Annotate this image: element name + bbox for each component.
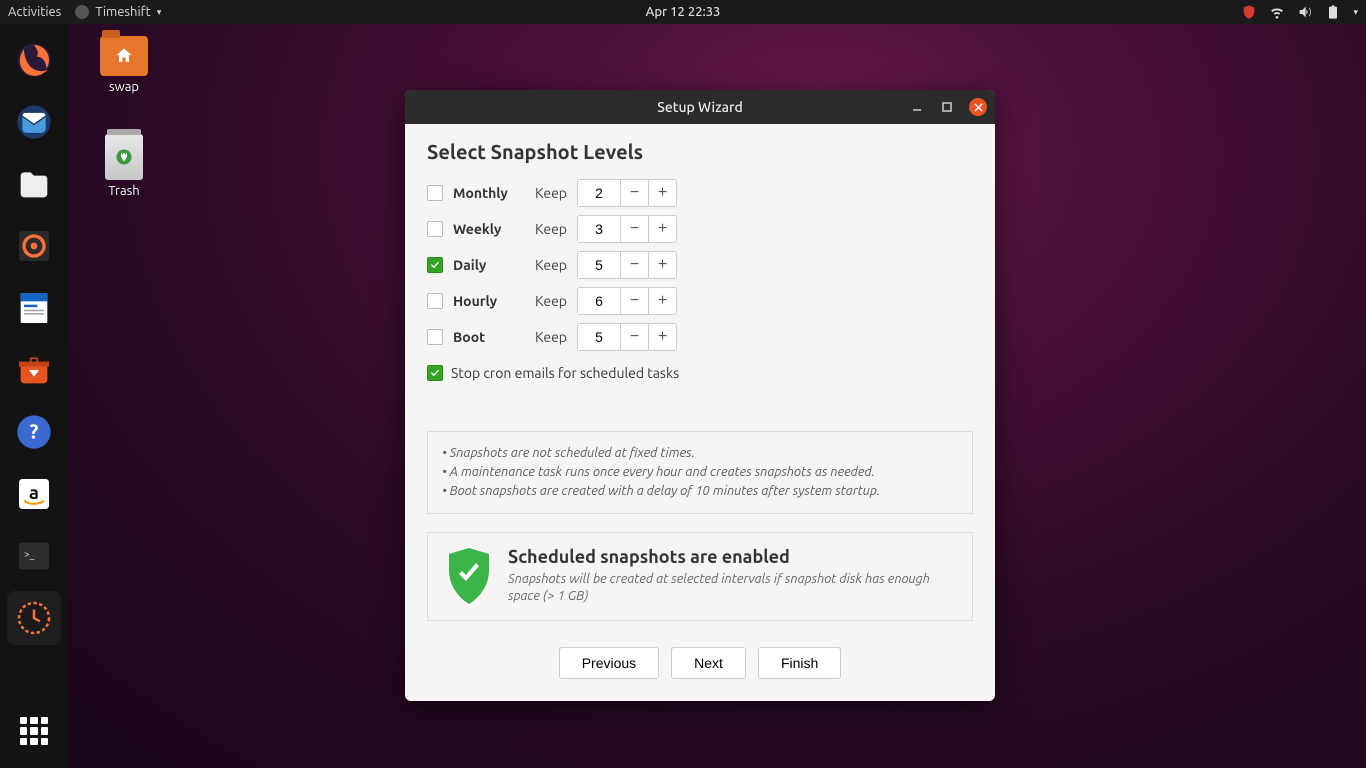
keep-value-input[interactable]: [578, 324, 620, 350]
svg-text:?: ?: [30, 420, 39, 443]
close-button[interactable]: [969, 98, 987, 116]
level-checkbox[interactable]: [427, 329, 443, 345]
level-row-boot: BootKeep−+: [427, 323, 973, 351]
keep-value-input[interactable]: [578, 180, 620, 206]
desktop-label: swap: [109, 80, 139, 94]
level-row-monthly: MonthlyKeep−+: [427, 179, 973, 207]
dock-files[interactable]: [7, 157, 61, 211]
desktop-label: Trash: [108, 184, 139, 198]
decrement-button[interactable]: −: [620, 180, 648, 206]
keep-label: Keep: [535, 329, 577, 345]
status-box: Scheduled snapshots are enabled Snapshot…: [427, 532, 973, 621]
setup-wizard-window: Setup Wizard Select Snapshot Levels Mont…: [405, 90, 995, 701]
dock-timeshift[interactable]: [7, 591, 61, 645]
keep-stepper: −+: [577, 215, 677, 243]
level-label: Monthly: [453, 185, 535, 201]
shield-check-icon: [444, 548, 494, 604]
status-title: Scheduled snapshots are enabled: [508, 547, 956, 567]
desktop-trash[interactable]: Trash: [100, 134, 148, 198]
keep-stepper: −+: [577, 287, 677, 315]
minimize-button[interactable]: [909, 99, 925, 115]
timeshift-panel-icon: [75, 5, 89, 19]
dock-thunderbird[interactable]: [7, 95, 61, 149]
decrement-button[interactable]: −: [620, 252, 648, 278]
decrement-button[interactable]: −: [620, 288, 648, 314]
window-title: Setup Wizard: [657, 99, 743, 115]
level-row-hourly: HourlyKeep−+: [427, 287, 973, 315]
note-line: • A maintenance task runs once every hou…: [442, 463, 958, 482]
chevron-down-icon: ▾: [157, 7, 162, 18]
keep-value-input[interactable]: [578, 216, 620, 242]
trash-icon: [105, 134, 143, 180]
decrement-button[interactable]: −: [620, 216, 648, 242]
dock-writer[interactable]: [7, 281, 61, 335]
level-checkbox[interactable]: [427, 221, 443, 237]
dock-terminal[interactable]: >_: [7, 529, 61, 583]
keep-label: Keep: [535, 221, 577, 237]
increment-button[interactable]: +: [648, 180, 676, 206]
shield-tray-icon[interactable]: [1241, 4, 1257, 20]
note-line: • Boot snapshots are created with a dela…: [442, 482, 958, 501]
level-label: Weekly: [453, 221, 535, 237]
battery-icon[interactable]: [1325, 4, 1341, 20]
keep-label: Keep: [535, 293, 577, 309]
notes-box: • Snapshots are not scheduled at fixed t…: [427, 431, 973, 514]
top-panel: Activities Timeshift ▾ Apr 12 22:33 ▾: [0, 0, 1366, 24]
status-subtitle: Snapshots will be created at selected in…: [508, 571, 956, 606]
note-line: • Snapshots are not scheduled at fixed t…: [442, 444, 958, 463]
dock-help[interactable]: ?: [7, 405, 61, 459]
desktop-icons: swap Trash: [100, 36, 148, 198]
dock-amazon[interactable]: a: [7, 467, 61, 521]
apps-grid-icon: [20, 717, 48, 745]
dock: ? a >_: [0, 24, 68, 768]
clock[interactable]: Apr 12 22:33: [646, 5, 721, 19]
keep-value-input[interactable]: [578, 252, 620, 278]
keep-stepper: −+: [577, 323, 677, 351]
increment-button[interactable]: +: [648, 324, 676, 350]
keep-value-input[interactable]: [578, 288, 620, 314]
level-label: Hourly: [453, 293, 535, 309]
dock-software[interactable]: [7, 343, 61, 397]
cron-label: Stop cron emails for scheduled tasks: [451, 365, 679, 381]
svg-text:a: a: [29, 483, 39, 503]
finish-button[interactable]: Finish: [758, 647, 841, 679]
keep-label: Keep: [535, 185, 577, 201]
increment-button[interactable]: +: [648, 252, 676, 278]
volume-icon[interactable]: [1297, 4, 1313, 20]
appmenu-button[interactable]: Timeshift ▾: [75, 5, 161, 19]
increment-button[interactable]: +: [648, 288, 676, 314]
previous-button[interactable]: Previous: [559, 647, 659, 679]
level-checkbox[interactable]: [427, 185, 443, 201]
keep-stepper: −+: [577, 179, 677, 207]
activities-button[interactable]: Activities: [8, 5, 61, 19]
system-menu-chevron-icon[interactable]: ▾: [1353, 7, 1358, 18]
level-label: Daily: [453, 257, 535, 273]
titlebar[interactable]: Setup Wizard: [405, 90, 995, 124]
svg-text:>_: >_: [24, 549, 35, 560]
desktop-folder-swap[interactable]: swap: [100, 36, 148, 94]
dock-rhythmbox[interactable]: [7, 219, 61, 273]
maximize-button[interactable]: [939, 99, 955, 115]
cron-checkbox[interactable]: [427, 365, 443, 381]
increment-button[interactable]: +: [648, 216, 676, 242]
wifi-icon[interactable]: [1269, 4, 1285, 20]
level-checkbox[interactable]: [427, 293, 443, 309]
dock-firefox[interactable]: [7, 33, 61, 87]
decrement-button[interactable]: −: [620, 324, 648, 350]
level-checkbox[interactable]: [427, 257, 443, 273]
keep-label: Keep: [535, 257, 577, 273]
level-label: Boot: [453, 329, 535, 345]
appmenu-label: Timeshift: [95, 5, 150, 19]
page-heading: Select Snapshot Levels: [427, 140, 973, 163]
level-row-weekly: WeeklyKeep−+: [427, 215, 973, 243]
next-button[interactable]: Next: [671, 647, 746, 679]
level-row-daily: DailyKeep−+: [427, 251, 973, 279]
keep-stepper: −+: [577, 251, 677, 279]
folder-icon: [100, 36, 148, 76]
dock-show-applications[interactable]: [7, 704, 61, 758]
